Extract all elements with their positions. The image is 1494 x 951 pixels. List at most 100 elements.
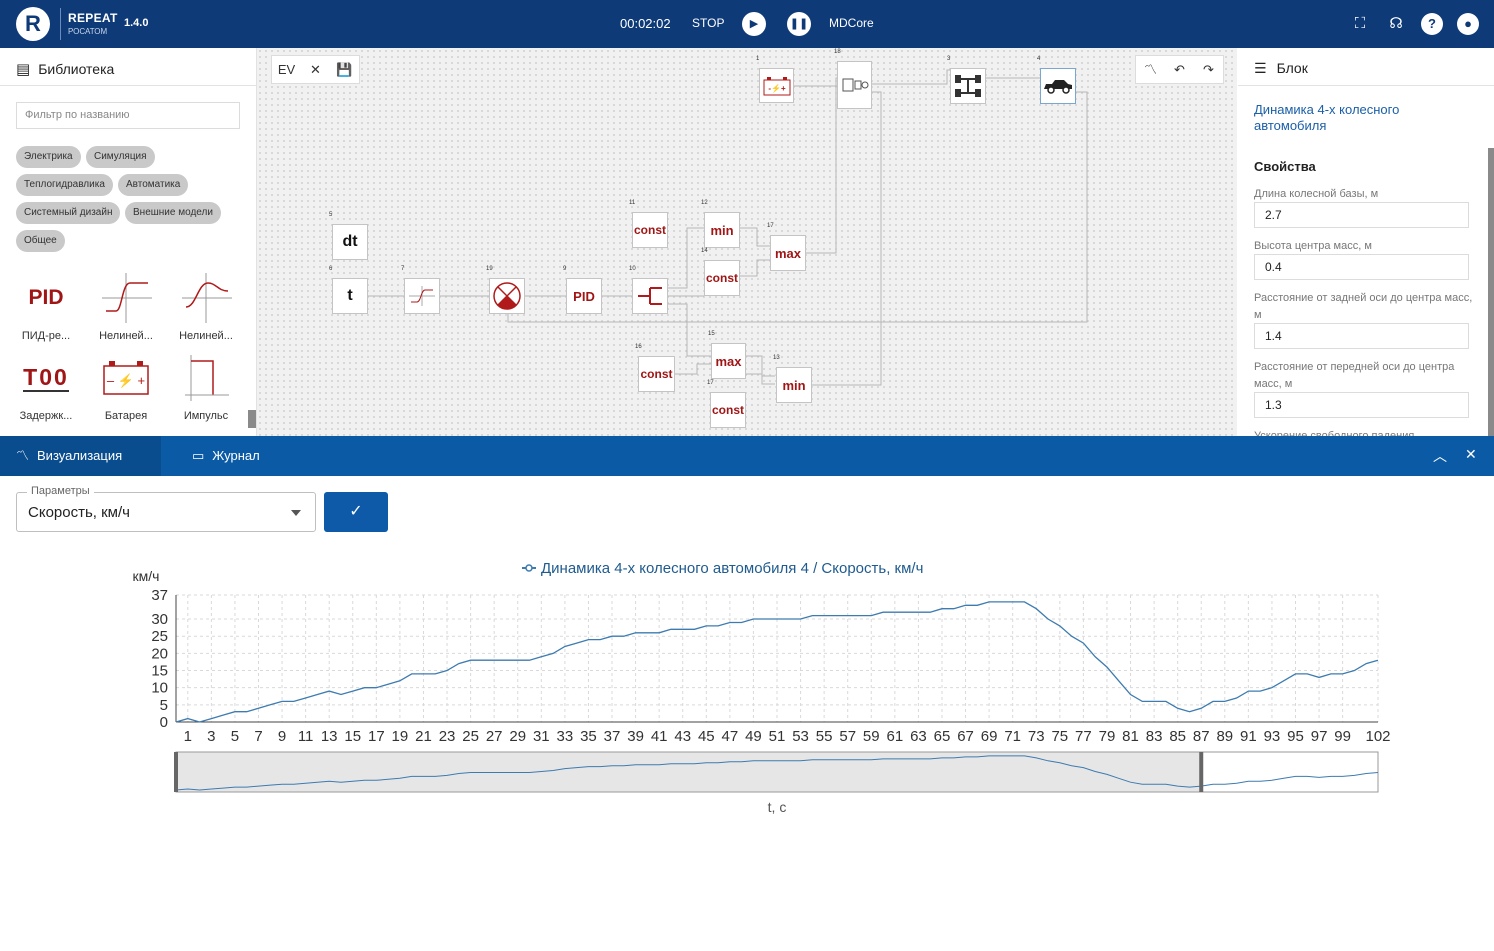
pause-button[interactable]: ❚❚: [787, 12, 811, 36]
library-item-delay[interactable]: T00 Задержк...: [14, 350, 78, 422]
parameter-legend: Параметры: [27, 485, 94, 497]
x-tick-label: 59: [863, 728, 880, 745]
tag-automation[interactable]: Автоматика: [118, 174, 189, 196]
axle-icon: [955, 75, 981, 97]
logo-divider: [60, 8, 61, 40]
tag-thermohydraulics[interactable]: Теплогидравлика: [16, 174, 113, 196]
block-number: 7: [401, 266, 405, 272]
library-item-pulse[interactable]: Импульс: [174, 350, 238, 422]
parameter-select[interactable]: Параметры Скорость, км/ч: [16, 485, 316, 532]
block-min-12[interactable]: 12 min: [701, 200, 740, 248]
block-const-11[interactable]: 11 const: [629, 200, 668, 248]
x-tick-label: 43: [674, 728, 691, 745]
y-tick-label: 20: [151, 645, 168, 662]
user-icon[interactable]: ●: [1457, 13, 1479, 35]
top-bar: R REPEAT РОСАТОМ 1.4.0 00:02:02 STOP ▶ ❚…: [0, 0, 1494, 48]
navigator-handle-right[interactable]: [1199, 752, 1204, 792]
block-number: 1: [756, 56, 760, 62]
x-axis-label: t, с: [768, 799, 787, 815]
x-tick-label: 31: [533, 728, 550, 745]
app-logo: R: [16, 7, 50, 41]
library-title: Библиотека: [38, 61, 115, 77]
engine-selector[interactable]: MDCore: [829, 16, 874, 30]
block-t[interactable]: 6t: [329, 266, 368, 314]
block-transmission[interactable]: 3: [947, 56, 986, 104]
block-dt[interactable]: 5 dt: [329, 212, 368, 260]
car-icon: [1044, 80, 1072, 94]
tag-electric[interactable]: Электрика: [16, 146, 81, 168]
library-item-battery[interactable]: – ⚡ + Батарея: [94, 350, 158, 422]
y-tick-label: 10: [151, 680, 168, 697]
x-tick-label: 81: [1122, 728, 1139, 745]
stop-button[interactable]: STOP: [692, 16, 724, 30]
x-tick-label: 33: [557, 728, 574, 745]
x-tick-label: 51: [769, 728, 786, 745]
close-icon[interactable]: ✕: [1465, 446, 1477, 463]
block-label: min: [710, 222, 734, 238]
apply-button[interactable]: ✓: [324, 492, 388, 532]
library-item-nonlinear-1[interactable]: Нелиней...: [94, 270, 158, 342]
x-tick-label: 79: [1099, 728, 1116, 745]
cg-height-input[interactable]: 0.4: [1254, 254, 1469, 280]
nonlinear-icon: [174, 270, 238, 326]
library-item-label: Импульс: [183, 410, 229, 422]
library-item-pid[interactable]: PID ПИД-ре...: [14, 270, 78, 342]
chart-title: Динамика 4-х колесного автомобиля 4 / Ск…: [541, 560, 923, 577]
tag-general[interactable]: Общее: [16, 230, 65, 252]
block-motor[interactable]: 18: [834, 49, 872, 109]
tag-system-design[interactable]: Системный дизайн: [16, 202, 121, 224]
front-axle-input[interactable]: 1.3: [1254, 392, 1469, 418]
x-tick-label: 37: [604, 728, 621, 745]
navigator-handle-left[interactable]: [174, 752, 178, 792]
wheelbase-input[interactable]: 2.7: [1254, 202, 1469, 228]
block-min-13[interactable]: 13 min: [773, 355, 812, 403]
library-item-nonlinear-2[interactable]: Нелиней...: [174, 270, 238, 342]
rear-axle-input[interactable]: 1.4: [1254, 323, 1469, 349]
block-const-14[interactable]: 14 const: [701, 248, 740, 296]
tag-external-models[interactable]: Внешние модели: [125, 202, 221, 224]
block-const-17[interactable]: 17 const: [707, 380, 746, 428]
block-max-15[interactable]: 15 max: [708, 331, 746, 379]
x-tick-label: 99: [1334, 728, 1351, 745]
properties-scrollbar[interactable]: [1488, 148, 1494, 436]
x-tick-label: 19: [392, 728, 409, 745]
block-nonlinear[interactable]: 7: [401, 266, 440, 314]
x-tick-label: 41: [651, 728, 668, 745]
divider: [1238, 85, 1494, 86]
library-scrollbar[interactable]: [248, 410, 256, 428]
tab-journal[interactable]: ▭ Журнал: [192, 436, 260, 476]
filter-input[interactable]: Фильтр по названию: [16, 102, 240, 129]
block-comparator[interactable]: 19: [486, 266, 525, 314]
block-max-17[interactable]: 17 max: [767, 223, 806, 271]
help-icon[interactable]: ?: [1421, 13, 1443, 35]
switch-icon: [638, 287, 662, 305]
block-name: Динамика 4-х колесного автомобиля: [1254, 102, 1400, 133]
play-button[interactable]: ▶: [742, 12, 766, 36]
x-tick-label: 73: [1028, 728, 1045, 745]
tag-simulation[interactable]: Симуляция: [86, 146, 155, 168]
block-battery[interactable]: 1 -⚡+: [756, 56, 794, 103]
block-vehicle[interactable]: 4: [1037, 56, 1076, 104]
x-tick-label: 91: [1240, 728, 1257, 745]
tab-visualization[interactable]: 〽 Визуализация: [0, 436, 161, 476]
block-number: 9: [563, 266, 567, 272]
block-switch[interactable]: 10: [629, 266, 668, 314]
chevron-up-icon[interactable]: ︿: [1433, 446, 1447, 466]
bottom-panel-bar: 〽 Визуализация ▭ Журнал ︿ ✕: [0, 436, 1494, 476]
block-pid[interactable]: 9 PID: [563, 266, 602, 314]
block-label: const: [705, 271, 738, 285]
library-item-label: Батарея: [104, 410, 148, 422]
block-const-16[interactable]: 16 const: [635, 344, 675, 392]
support-icon[interactable]: ☊: [1385, 13, 1407, 35]
block-number: 18: [834, 49, 841, 55]
x-tick-label: 9: [278, 728, 286, 745]
x-tick-label: 49: [745, 728, 762, 745]
x-tick-label: 13: [321, 728, 338, 745]
block-number: 6: [329, 266, 333, 272]
legend-marker: [525, 564, 533, 572]
monitor-icon: ▭: [192, 448, 205, 463]
sim-timer: 00:02:02: [620, 16, 671, 31]
model-canvas[interactable]: EV ✕ 💾 〽 ↶ ↷ 5 dt 6t 7 19 9 PID 10 11 const…: [257, 48, 1237, 436]
presentation-icon[interactable]: ⛶: [1349, 13, 1371, 35]
field-label-front-axle: Расстояние от передней оси до центра мас…: [1254, 361, 1455, 390]
